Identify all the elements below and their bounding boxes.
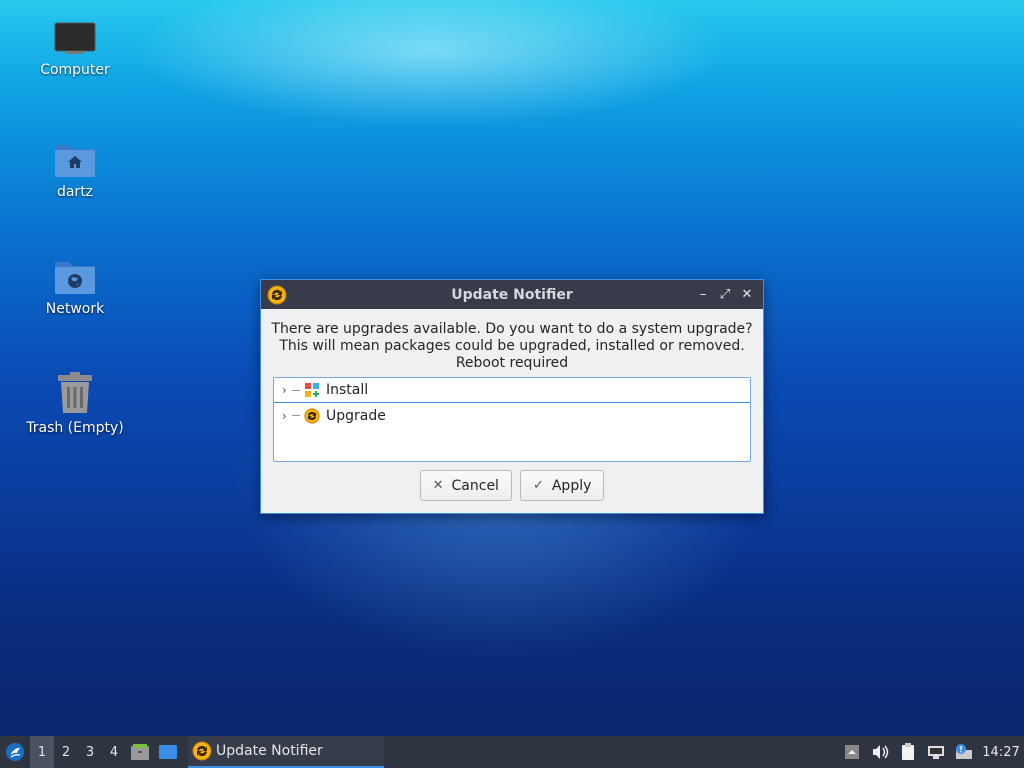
update-notifier-dialog: Update Notifier – ⤢ ✕ There are upgrades… [260,279,764,514]
message-line: This will mean packages could be upgrade… [279,338,745,354]
tree-branch-line [292,415,300,416]
home-folder-icon [55,145,95,177]
upgrade-icon [304,407,320,424]
trash-icon [58,372,92,413]
desktop-icon-home[interactable]: dartz [20,140,130,200]
desktop-icon-label: Trash (Empty) [26,420,124,436]
dialog-titlebar[interactable]: Update Notifier – ⤢ ✕ [261,280,763,309]
file-manager-launcher[interactable] [126,736,154,768]
tree-branch-line [292,389,300,391]
desktop-icon-computer[interactable]: Computer [20,22,130,78]
close-icon[interactable]: ✕ [737,284,757,304]
tray-expand-icon[interactable] [838,736,866,768]
start-menu-button[interactable] [0,736,30,768]
desktop-icon-label: Network [45,301,105,317]
update-notifier-icon [192,741,212,761]
network-icon[interactable] [922,736,950,768]
message-line: There are upgrades available. Do you wan… [271,321,753,337]
clock[interactable]: 14:27 [978,745,1024,760]
update-notification-icon[interactable] [950,736,978,768]
dialog-title: Update Notifier [451,286,573,303]
package-tree[interactable]: › Install › Upgrade [273,377,751,462]
expand-arrow-icon[interactable]: › [282,383,292,397]
desktop-icon-network[interactable]: Network [20,257,130,317]
reboot-notice: Reboot required [455,355,569,371]
volume-icon[interactable] [866,736,894,768]
checkmark-icon: ✓ [532,478,544,493]
apply-button-label: Apply [551,477,592,494]
clipboard-icon[interactable] [894,736,922,768]
cancel-icon: ✕ [432,478,444,493]
tree-item-upgrade[interactable]: › Upgrade [274,403,750,428]
update-notifier-icon [267,285,287,305]
apply-button[interactable]: ✓ Apply [519,470,605,501]
install-packages-icon [305,383,319,397]
tree-item-install[interactable]: › Install [274,378,750,403]
system-tray: 14:27 [838,736,1024,768]
maximize-icon[interactable]: ⤢ [715,284,735,304]
network-folder-icon [55,262,95,294]
desktop-icon-label: dartz [56,184,94,200]
workspace-3[interactable]: 3 [78,736,102,768]
cancel-button-label: Cancel [451,477,499,494]
minimize-icon[interactable]: – [693,284,713,304]
workspace-2[interactable]: 2 [54,736,78,768]
computer-icon [54,22,96,54]
task-label: Update Notifier [216,743,323,759]
tree-item-label: Upgrade [326,407,386,424]
file-manager-icon [131,744,149,760]
workspace-1[interactable]: 1 [30,736,54,768]
expand-arrow-icon[interactable]: › [282,409,292,423]
desktop-icon [159,745,177,759]
tree-item-label: Install [326,382,369,398]
show-desktop-launcher[interactable] [154,736,182,768]
lubuntu-logo-icon [6,743,24,761]
taskbar: 1 2 3 4 Update Notifier 14:27 [0,736,1024,768]
desktop-icon-label: Computer [40,62,110,78]
desktop-icon-trash[interactable]: Trash (Empty) [20,372,130,436]
cancel-button[interactable]: ✕ Cancel [419,470,512,501]
taskbar-item-update-notifier[interactable]: Update Notifier [188,736,384,768]
workspace-4[interactable]: 4 [102,736,126,768]
